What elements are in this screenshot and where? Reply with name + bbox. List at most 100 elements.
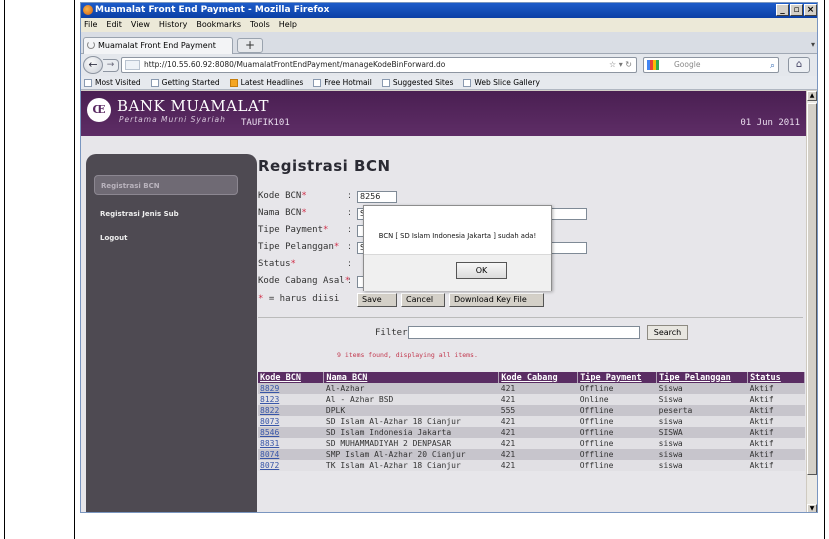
filter-input[interactable] xyxy=(408,326,640,339)
forward-button[interactable]: → xyxy=(103,59,119,72)
cell-kode-bcn-link[interactable]: 8546 xyxy=(258,427,324,438)
table-row: 8822 DPLK 555 Offline peserta Aktif xyxy=(258,405,805,416)
google-icon[interactable] xyxy=(647,60,659,70)
cell-nama-bcn: Al-Azhar xyxy=(323,383,499,394)
home-button[interactable]: ⌂ xyxy=(788,57,810,73)
col-status[interactable]: Status xyxy=(747,372,805,383)
menu-bookmarks[interactable]: Bookmarks xyxy=(196,18,241,32)
col-kode-cabang[interactable]: Kode Cabang xyxy=(498,372,579,383)
address-url: http://10.55.60.92:8080/MuamalatFrontEnd… xyxy=(144,60,446,69)
save-button[interactable]: Save xyxy=(357,293,397,307)
menu-tools[interactable]: Tools xyxy=(250,18,270,32)
cell-kode-cabang: 421 xyxy=(498,416,578,427)
col-tipe-pelanggan[interactable]: Tipe Pelanggan xyxy=(656,372,749,383)
cell-kode-cabang: 421 xyxy=(498,449,578,460)
bookmark-star-icon[interactable]: ☆ ▾ ↻ xyxy=(609,58,632,72)
bookmark-free-hotmail[interactable]: Free Hotmail xyxy=(313,76,372,89)
col-tipe-payment[interactable]: Tipe Payment xyxy=(577,372,658,383)
bookmark-icon xyxy=(463,78,472,87)
bookmark-icon xyxy=(381,78,390,87)
search-bar[interactable]: Google ⌕ xyxy=(643,57,779,73)
cell-status: Aktif xyxy=(747,416,805,427)
menu-history[interactable]: History xyxy=(159,18,187,32)
frame-line-divider xyxy=(74,0,75,539)
cell-tipe-payment: Offline xyxy=(577,405,657,416)
bookmark-latest-headlines[interactable]: Latest Headlines xyxy=(229,76,303,89)
frame-line-left xyxy=(4,0,5,539)
cell-nama-bcn: TK Islam Al-Azhar 18 Cianjur xyxy=(323,460,499,471)
cell-tipe-pelanggan: siswa xyxy=(656,416,748,427)
cancel-button[interactable]: Cancel xyxy=(401,293,445,307)
colon: : xyxy=(348,276,352,286)
cell-kode-bcn-link[interactable]: 8073 xyxy=(258,416,324,427)
cell-tipe-pelanggan: Siswa xyxy=(656,394,748,405)
sidebar-item-logout[interactable]: Logout xyxy=(94,228,238,248)
window-titlebar: Muamalat Front End Payment - Mozilla Fir… xyxy=(81,3,817,18)
tab-muamalat-payment[interactable]: Muamalat Front End Payment xyxy=(83,37,233,54)
rss-icon xyxy=(229,78,238,87)
cell-kode-bcn-link[interactable]: 8829 xyxy=(258,383,324,394)
maximize-button[interactable]: ▫ xyxy=(790,4,803,16)
colon: : xyxy=(348,225,352,235)
cell-status: Aktif xyxy=(747,405,805,416)
cell-nama-bcn: SD MUHAMMADIYAH 2 DENPASAR xyxy=(323,438,499,449)
cell-kode-bcn-link[interactable]: 8072 xyxy=(258,460,324,471)
close-button[interactable]: × xyxy=(804,4,817,16)
menu-edit[interactable]: Edit xyxy=(106,18,122,32)
tab-list-icon[interactable]: ▾ xyxy=(811,40,815,49)
cell-kode-cabang: 421 xyxy=(498,394,578,405)
bookmark-getting-started[interactable]: Getting Started xyxy=(150,76,220,89)
download-key-file-button[interactable]: Download Key File xyxy=(449,293,544,307)
bookmark-suggested-sites[interactable]: Suggested Sites xyxy=(381,76,453,89)
table-row: 8072 TK Islam Al-Azhar 18 Cianjur 421 Offli… xyxy=(258,460,805,471)
menu-help[interactable]: Help xyxy=(279,18,297,32)
minimize-button[interactable]: _ xyxy=(776,4,789,16)
cell-kode-bcn-link[interactable]: 8822 xyxy=(258,405,324,416)
label-nama-bcn: Nama BCN* xyxy=(258,208,307,218)
cell-kode-bcn-link[interactable]: 8074 xyxy=(258,449,324,460)
cell-kode-bcn-link[interactable]: 8831 xyxy=(258,438,324,449)
cell-tipe-payment: Offline xyxy=(577,460,657,471)
menu-file[interactable]: File xyxy=(84,18,97,32)
required-note: * = harus diisi xyxy=(258,294,340,304)
scroll-down-arrow[interactable]: ▼ xyxy=(807,504,817,512)
items-found-text: 9 items found, displaying all items. xyxy=(337,351,478,359)
colon: : xyxy=(348,208,352,218)
bookmark-icon xyxy=(150,78,159,87)
current-date: 01 Jun 2011 xyxy=(740,118,800,128)
scroll-thumb[interactable] xyxy=(807,103,817,475)
alert-footer: OK xyxy=(364,254,551,291)
table-row: 8831 SD MUHAMMADIYAH 2 DENPASAR 421 Offline… xyxy=(258,438,805,449)
cell-kode-bcn-link[interactable]: 8123 xyxy=(258,394,324,405)
page-content: Œ BANK MUAMALAT Pertama Murni Syariah TA… xyxy=(81,91,808,512)
bookmark-web-slice-gallery[interactable]: Web Slice Gallery xyxy=(463,76,540,89)
sidebar-item-registrasi-jenis-sub[interactable]: Registrasi Jenis Sub xyxy=(94,204,238,224)
colon: : xyxy=(348,259,352,269)
address-bar[interactable]: http://10.55.60.92:8080/MuamalatFrontEnd… xyxy=(121,57,637,73)
kode-bcn-input[interactable]: 8256 xyxy=(357,191,397,203)
table-row: 8073 SD Islam Al-Azhar 18 Cianjur 421 Offli… xyxy=(258,416,805,427)
bank-header: Œ BANK MUAMALAT Pertama Murni Syariah TA… xyxy=(81,91,808,136)
search-icon[interactable]: ⌕ xyxy=(770,59,775,73)
cell-nama-bcn: Al - Azhar BSD xyxy=(323,394,499,405)
col-kode-bcn[interactable]: Kode BCN xyxy=(258,372,325,383)
label-kode-bcn: Kode BCN* xyxy=(258,191,307,201)
scroll-up-arrow[interactable]: ▲ xyxy=(807,91,817,101)
new-tab-button[interactable]: + xyxy=(237,38,263,53)
document-frame: Muamalat Front End Payment - Mozilla Fir… xyxy=(0,0,829,539)
cell-tipe-pelanggan: siswa xyxy=(656,449,748,460)
page-scrollbar[interactable]: ▲ ▼ xyxy=(806,91,817,512)
cell-tipe-payment: Offline xyxy=(577,449,657,460)
bank-name: BANK MUAMALAT xyxy=(117,97,269,115)
search-button[interactable]: Search xyxy=(647,325,688,340)
sidebar-item-registrasi-bcn[interactable]: Registrasi BCN xyxy=(94,175,238,195)
col-nama-bcn[interactable]: Nama BCN xyxy=(323,372,500,383)
menu-view[interactable]: View xyxy=(131,18,150,32)
site-identity-icon[interactable] xyxy=(125,60,140,70)
colon: : xyxy=(348,242,352,252)
back-button[interactable]: ← xyxy=(83,56,103,74)
ok-button[interactable]: OK xyxy=(456,262,507,279)
window-controls: _ ▫ × xyxy=(776,4,817,16)
bookmark-most-visited[interactable]: Most Visited xyxy=(84,76,141,89)
frame-line-right xyxy=(824,0,825,539)
